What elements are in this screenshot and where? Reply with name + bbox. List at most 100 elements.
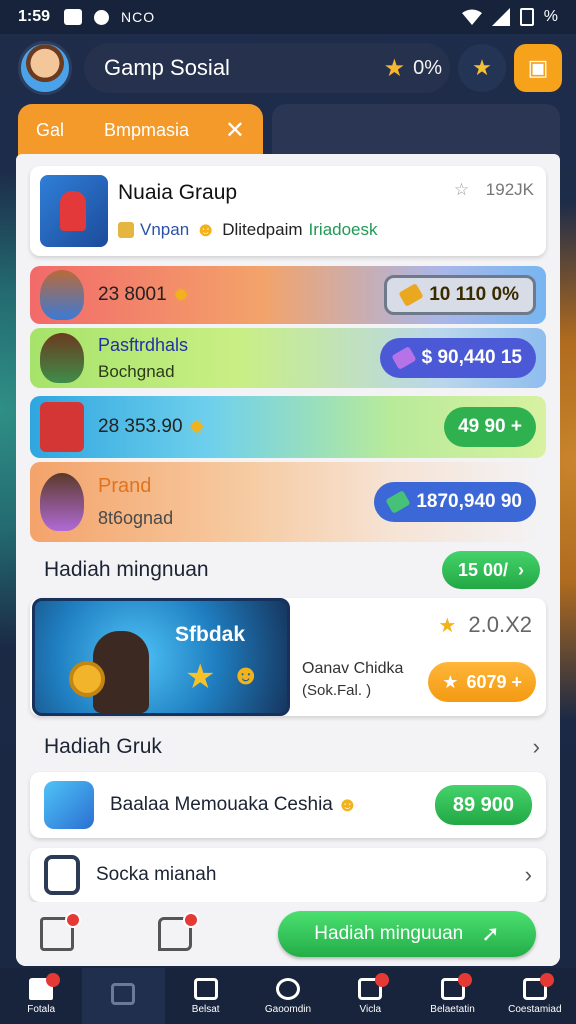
puzzle-icon (44, 781, 94, 829)
weekly-reward-button[interactable]: Hadiah minguuan ➚ (278, 911, 536, 957)
reward-button[interactable]: 1870,940 90 (374, 482, 536, 522)
share-icon[interactable] (158, 912, 199, 951)
star-icon: ★ (383, 54, 406, 82)
tab-label-2: Bmpmasia (104, 119, 190, 140)
star-badge-button[interactable]: ★ (458, 44, 506, 92)
status-time: 1:59 (18, 8, 51, 25)
star-outline-icon: ☆ (453, 180, 470, 199)
reward-button-label: 10 110 0% (429, 284, 519, 305)
nav-badge (375, 972, 390, 987)
weekly-rating: ★ 2.0.X2 (438, 612, 532, 638)
reward-row[interactable]: 23 8001 ✹ 10 110 0% (30, 266, 546, 324)
reward-button[interactable]: 49 90 + (444, 407, 536, 447)
weekly-claim-button[interactable]: ★ 6079 + (428, 662, 536, 702)
status-right: % (461, 8, 558, 26)
character-icon (40, 333, 84, 383)
reward-button[interactable]: $ 90,440 15 (379, 338, 536, 378)
tab-label-1: Gal (36, 119, 65, 140)
nav-item-gaoomdin[interactable]: Gaoomdin (247, 968, 329, 1024)
reward-line-2: Bochgnad (98, 361, 175, 381)
status-carrier: NCO (121, 9, 156, 25)
reward-button-label: 1870,940 90 (416, 491, 522, 512)
weekly-line-1: Oanav Chidka (302, 660, 404, 677)
group-thumbnail (40, 175, 108, 247)
weekly-reward-button-label: Hadiah minguuan (314, 923, 464, 944)
weekly-title: Hadiah mingnuan (44, 558, 209, 581)
weekly-button[interactable]: 15 00/ › (441, 551, 540, 589)
star-icon: ★ (438, 615, 457, 637)
battery-icon (519, 8, 534, 26)
tab-inactive[interactable] (272, 104, 560, 156)
list-item[interactable]: Socka mianah › (30, 848, 546, 902)
nav-label: Belaetatin (430, 1003, 475, 1015)
avatar[interactable] (18, 41, 72, 95)
reward-text: 23 8001 (98, 284, 167, 305)
nav-badge (457, 972, 472, 987)
chevron-right-icon: › (524, 862, 532, 887)
tab-group[interactable]: Gal Bmpmasia ✕ (18, 104, 263, 156)
home-icon (29, 972, 61, 1000)
nav-item-belsat[interactable]: Belsat (165, 968, 247, 1024)
character-icon (40, 270, 84, 320)
weekly-card[interactable]: Sfbdak ★ ☻ ★ 2.0.X2 Oanav Chidka (Sok.Fa… (30, 598, 546, 716)
chest-icon (40, 402, 84, 452)
arrow-right-icon: ➚ (481, 921, 500, 946)
shop-button[interactable]: ▣ (514, 44, 562, 92)
list-item-label: Socka mianah (96, 864, 217, 885)
coin-icon (69, 661, 105, 697)
wifi-icon (461, 9, 482, 25)
battery-level: % (543, 8, 558, 25)
nav-item-coestamiad[interactable]: Coestamiad (494, 968, 576, 1024)
group-sub-1: Vnpan (140, 220, 190, 239)
group-subline: Vnpan ☻ Dlitedpaim Iriadoesk (118, 219, 536, 242)
group-card[interactable]: Nuaia Graup Vnpan ☻ Dlitedpaim Iriadoesk… (30, 166, 546, 256)
nav-label: Belsat (191, 1003, 220, 1015)
character-icon (40, 473, 84, 531)
reward-button[interactable]: 10 110 0% (384, 275, 536, 315)
gallery-icon (64, 9, 83, 25)
gem-icon (390, 346, 417, 370)
reward-row[interactable]: Pasftrdhals Bochgnad $ 90,440 15 (30, 328, 546, 388)
pencil-icon (398, 283, 424, 307)
copy-icon[interactable] (40, 912, 81, 951)
gem-icon (385, 490, 411, 514)
nav-item-home-outline[interactable] (82, 968, 165, 1024)
title-pill: Gamp Sosial ★ 0% (84, 43, 450, 93)
reward-row[interactable]: Prand 8t6ognad 1870,940 90 (30, 462, 546, 542)
list-item[interactable]: Baalaa Memouaka Ceshia ☻ 89 900 (30, 772, 546, 838)
group-rewards-title: Hadiah Gruk (44, 735, 162, 758)
star-icon: ★ (442, 671, 459, 692)
reward-text: Prand 8t6ognad (98, 475, 173, 529)
reward-row[interactable]: 28 353.90 ✹ 49 90 + (30, 396, 546, 458)
action-bar: Hadiah minguuan ➚ (16, 902, 560, 966)
weekly-details: ★ 2.0.X2 Oanav Chidka (Sok.Fal. ) ★ 6079… (302, 598, 536, 716)
close-icon[interactable]: ✕ (225, 116, 245, 145)
tablet-icon (44, 855, 80, 895)
nav-label: Coestamiad (508, 1003, 562, 1015)
check-icon (440, 972, 472, 1000)
nav-item-home[interactable]: Fotala (0, 968, 82, 1024)
reward-line-1: Pasftrdhals (98, 334, 189, 355)
nav-item-vicla[interactable]: Vicla (329, 968, 411, 1024)
weekly-line-2: (Sok.Fal. ) (302, 682, 372, 699)
weekly-button-label: 15 00/ (457, 559, 508, 580)
sync-icon (94, 9, 110, 25)
weekly-banner: Sfbdak ★ ☻ (32, 598, 290, 716)
group-sub-3: Iriadoesk (308, 220, 378, 239)
nav-label: Gaoomdin (264, 1003, 312, 1015)
nav-label: Fotala (27, 1003, 56, 1015)
home-outline-icon (111, 983, 136, 1005)
headset-icon (275, 977, 300, 1000)
chevron-right-icon: › (518, 559, 524, 580)
weekly-header: Hadiah mingnuan 15 00/ › (44, 550, 540, 590)
list-item-button-label: 89 900 (452, 793, 514, 816)
group-rewards-header[interactable]: Hadiah Gruk › (44, 728, 540, 766)
header: Gamp Sosial ★ 0% ★ ▣ (18, 40, 562, 96)
signal-icon (491, 8, 510, 26)
list-item-label: Baalaa Memouaka Ceshia (110, 794, 333, 815)
nav-item-belaetatin[interactable]: Belaetatin (411, 968, 493, 1024)
reward-text: Pasftrdhals Bochgnad (98, 335, 188, 382)
notification-badge (183, 912, 199, 928)
smile-icon: ☻ (231, 659, 261, 690)
list-item-button[interactable]: 89 900 (434, 785, 532, 825)
